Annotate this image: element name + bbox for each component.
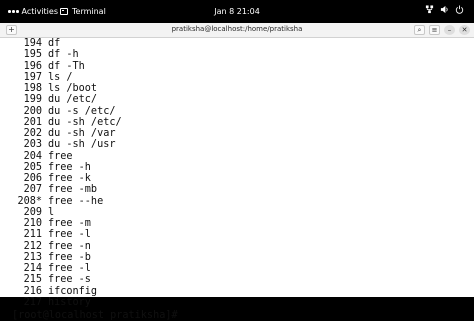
history-command: free -n bbox=[48, 240, 91, 252]
network-icon bbox=[425, 5, 434, 14]
history-command: history bbox=[48, 296, 91, 308]
history-command: du -s /etc/ bbox=[48, 105, 116, 117]
history-command: free -l bbox=[48, 263, 91, 274]
history-number: 208* bbox=[17, 195, 42, 207]
window-titlebar[interactable]: + pratiksha@localhost:/home/pratiksha ⌕ … bbox=[0, 23, 474, 38]
history-command: du -sh /var bbox=[48, 128, 116, 139]
history-line: 203 du -sh /usr bbox=[12, 139, 474, 150]
history-command: free --he bbox=[48, 195, 104, 207]
history-number: 210 bbox=[23, 218, 42, 229]
history-line: 200 du -s /etc/ bbox=[12, 106, 474, 117]
history-line: 201 du -sh /etc/ bbox=[12, 117, 474, 128]
history-number: 195 bbox=[23, 49, 42, 61]
history-number: 207 bbox=[23, 184, 42, 196]
history-number: 215 bbox=[23, 274, 42, 286]
history-number: 201 bbox=[23, 116, 42, 128]
history-line: 216 ifconfig bbox=[12, 286, 474, 297]
history-line: 204 free bbox=[12, 151, 474, 162]
power-icon bbox=[455, 5, 464, 14]
history-number: 202 bbox=[23, 128, 42, 139]
history-command: ifconfig bbox=[48, 285, 98, 297]
minimize-button[interactable]: – bbox=[444, 25, 455, 35]
history-command: free -b bbox=[48, 251, 91, 263]
history-line: 205 free -h bbox=[12, 162, 474, 173]
history-line: 198 ls /boot bbox=[12, 83, 474, 94]
history-number: 194 bbox=[23, 38, 42, 49]
window-title: pratiksha@localhost:/home/pratiksha bbox=[171, 25, 303, 33]
history-command: l bbox=[48, 206, 55, 218]
history-command: free -l bbox=[48, 229, 91, 241]
search-icon[interactable]: ⌕ bbox=[414, 25, 425, 35]
history-number: 216 bbox=[23, 285, 42, 297]
hamburger-menu-icon[interactable]: ≡ bbox=[429, 25, 440, 35]
terminal-output: 194 df 195 df -h 196 df -Th 197 ls / 198 ls /boot… bbox=[12, 38, 474, 321]
text-cursor bbox=[178, 308, 184, 318]
history-number: 212 bbox=[23, 240, 42, 252]
shell-prompt: [root@localhost pratiksha]# bbox=[12, 310, 178, 321]
history-command: free -k bbox=[48, 173, 91, 184]
history-line: 206 free -k bbox=[12, 173, 474, 184]
history-command: du -sh /usr bbox=[48, 139, 116, 151]
history-number: 213 bbox=[23, 251, 42, 263]
history-line: 196 df -Th bbox=[12, 61, 474, 72]
history-command: free -m bbox=[48, 218, 91, 229]
clock[interactable]: Jan 8 21:04 bbox=[0, 7, 474, 16]
history-line: 209 l bbox=[12, 207, 474, 218]
history-command: ls /boot bbox=[48, 83, 98, 94]
history-command: du /etc/ bbox=[48, 94, 98, 106]
history-number: 211 bbox=[23, 229, 42, 241]
history-line: 207 free -mb bbox=[12, 184, 474, 195]
history-line: 210 free -m bbox=[12, 218, 474, 229]
history-number: 203 bbox=[23, 139, 42, 151]
window-controls: ⌕ ≡ – ✕ bbox=[414, 25, 470, 35]
history-command: free bbox=[48, 150, 73, 162]
history-command: free -h bbox=[48, 161, 91, 173]
terminal-window: + pratiksha@localhost:/home/pratiksha ⌕ … bbox=[0, 23, 474, 321]
history-line: 195 df -h bbox=[12, 49, 474, 60]
history-number: 214 bbox=[23, 263, 42, 274]
history-command: free -mb bbox=[48, 184, 98, 196]
volume-icon bbox=[440, 5, 448, 14]
history-line: 208* free --he bbox=[12, 196, 474, 207]
top-bar: Activities Terminal Jan 8 21:04 bbox=[0, 0, 474, 23]
prompt-line[interactable]: [root@localhost pratiksha]# bbox=[12, 308, 474, 321]
history-line: 213 free -b bbox=[12, 252, 474, 263]
history-line: 197 ls / bbox=[12, 72, 474, 83]
history-command: df bbox=[48, 38, 61, 49]
history-number: 197 bbox=[23, 71, 42, 83]
history-number: 199 bbox=[23, 94, 42, 106]
history-line: 199 du /etc/ bbox=[12, 94, 474, 105]
history-line: 214 free -l bbox=[12, 263, 474, 274]
history-command: du -sh /etc/ bbox=[48, 116, 122, 128]
history-line: 211 free -l bbox=[12, 229, 474, 240]
history-number: 198 bbox=[23, 83, 42, 94]
history-number: 209 bbox=[23, 206, 42, 218]
history-number: 205 bbox=[23, 161, 42, 173]
history-command: ls / bbox=[48, 71, 73, 83]
close-button[interactable]: ✕ bbox=[459, 25, 470, 35]
history-line: 215 free -s bbox=[12, 274, 474, 285]
system-tray[interactable] bbox=[425, 5, 464, 14]
history-command: df -h bbox=[48, 49, 79, 61]
history-number: 206 bbox=[23, 173, 42, 184]
history-number: 200 bbox=[23, 105, 42, 117]
history-number: 196 bbox=[23, 60, 42, 72]
terminal-area[interactable]: 194 df 195 df -h 196 df -Th 197 ls / 198 ls /boot… bbox=[0, 38, 474, 321]
history-line: 202 du -sh /var bbox=[12, 128, 474, 139]
history-line: 217 history bbox=[12, 297, 474, 308]
history-line: 194 df bbox=[12, 38, 474, 49]
history-line: 212 free -n bbox=[12, 241, 474, 252]
history-number: 204 bbox=[23, 150, 42, 162]
history-command: free -s bbox=[48, 274, 91, 286]
history-command: df -Th bbox=[48, 60, 85, 72]
history-number: 217 bbox=[23, 296, 42, 308]
